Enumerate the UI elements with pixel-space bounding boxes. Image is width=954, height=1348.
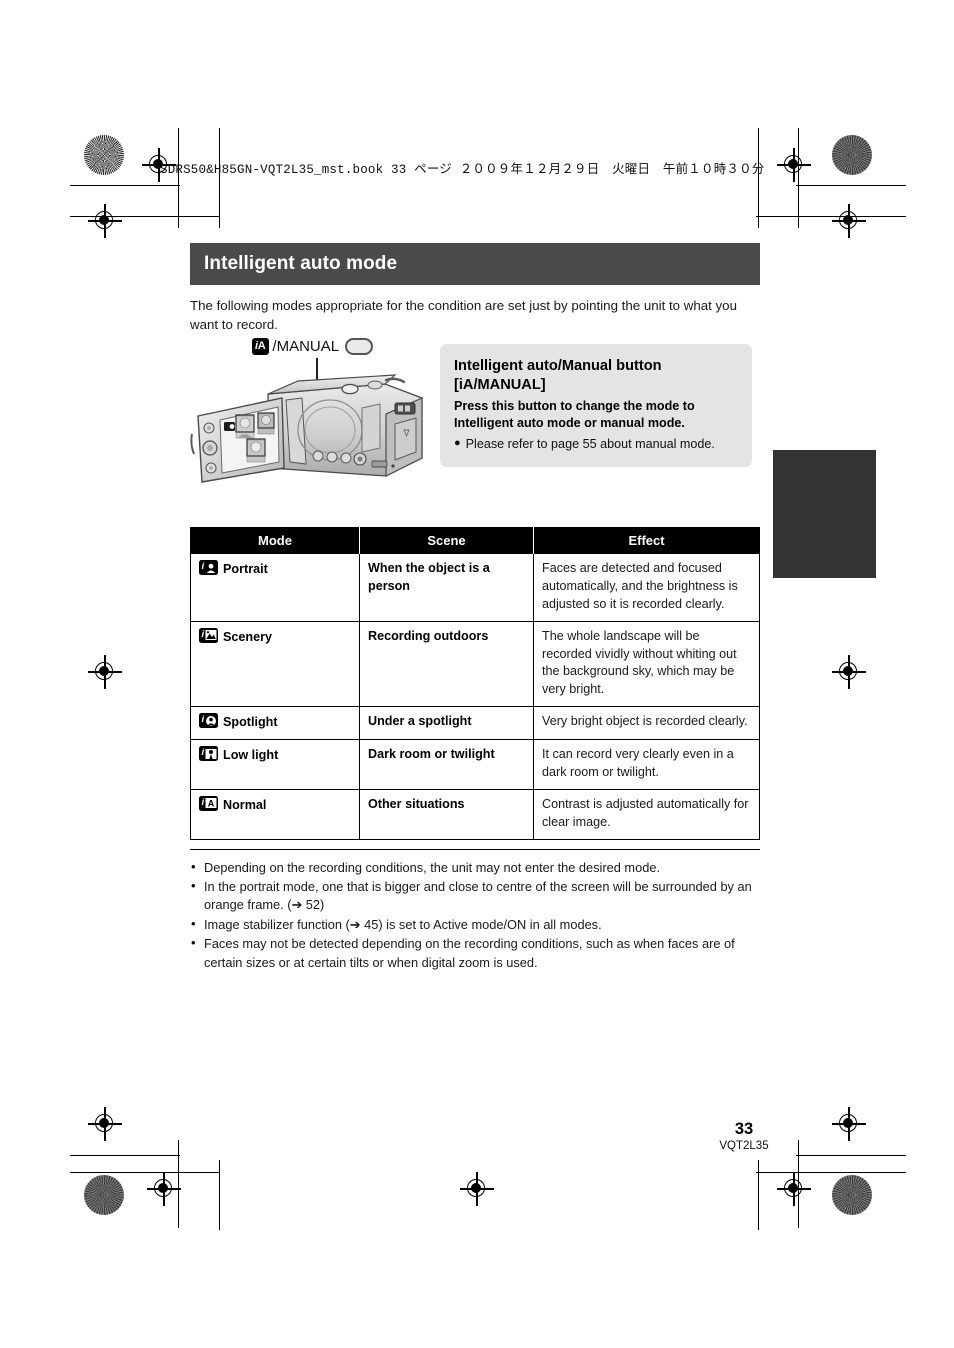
registration-crosshair-bottom-center (460, 1172, 494, 1206)
ia-manual-text: /MANUAL (272, 338, 340, 356)
cell-scene: Dark room or twilight (359, 739, 534, 790)
cell-effect: It can record very clearly even in a dar… (533, 739, 760, 790)
callout-note: ● Please refer to page 55 about manual m… (454, 436, 738, 453)
table-row: i Low light Dark room or twilight It can… (190, 739, 760, 790)
registration-crosshair-right-mid (832, 655, 866, 689)
bullet-icon: ● (454, 436, 461, 449)
figure-row: iA /MANUAL Intelligent auto/Manual butto… (190, 338, 760, 513)
registration-crosshair-bottom-left (147, 1172, 181, 1206)
cell-effect: The whole landscape will be recorded viv… (533, 620, 760, 708)
ia-badge-icon: iA (252, 338, 270, 356)
cell-mode: i Low light (190, 739, 360, 790)
ia-badge-letter-a: A (257, 340, 266, 353)
table-row: i Portrait When the object is a person F… (190, 553, 760, 622)
normal-icon: i A (199, 795, 218, 811)
registration-crosshair-right-upper (832, 204, 866, 238)
cell-scene: When the object is a person (359, 553, 534, 622)
list-item: In the portrait mode, one that is bigger… (190, 877, 760, 915)
cell-scene: Recording outdoors (359, 620, 534, 708)
column-header-effect: Effect (533, 527, 760, 554)
page-title: Intelligent auto mode (190, 243, 760, 285)
crop-line-bottom-right-h1 (796, 1155, 906, 1157)
crop-line-bottom-left-v2 (219, 1160, 221, 1230)
document-code: VQT2L35 (719, 1140, 769, 1152)
crop-line-top-left-v2 (219, 128, 221, 228)
cell-mode: i Spotlight (190, 706, 360, 741)
scenery-icon: i (199, 627, 218, 643)
callout-heading-line1: Intelligent auto/Manual button (454, 358, 662, 375)
callout-heading-line2: [iA/MANUAL] (454, 376, 546, 393)
portrait-icon: i (199, 560, 218, 576)
registration-starburst-top-left (84, 135, 124, 175)
table-row: i Scenery Recording outdoors The whole l… (190, 620, 760, 708)
ia-manual-label: iA /MANUAL (252, 338, 374, 356)
intro-paragraph: The following modes appropriate for the … (190, 298, 737, 332)
mode-label: Low light (223, 748, 279, 763)
list-item: Depending on the recording conditions, t… (190, 858, 760, 877)
page-number: 33 (734, 1120, 754, 1139)
crop-line-top-left-v1 (178, 128, 180, 228)
crop-line-top-right-h2 (756, 216, 906, 218)
crop-line-top-left-h1 (70, 185, 180, 187)
registration-starburst-bottom-right (832, 1175, 872, 1215)
table-header-row: Mode Scene Effect (190, 527, 760, 554)
table-row: i Spotlight Under a spotlight Very brigh… (190, 706, 760, 741)
callout-note-text: Please refer to page 55 about manual mod… (465, 436, 715, 451)
cell-effect: Very bright object is recorded clearly. (533, 706, 760, 741)
cell-scene: Under a spotlight (359, 706, 534, 741)
registration-starburst-bottom-left (84, 1175, 124, 1215)
modes-table: Mode Scene Effect i Portrait When the ob… (190, 527, 760, 840)
ia-manual-button-shape-icon (345, 338, 374, 356)
registration-crosshair-left-lower (88, 1107, 122, 1141)
crop-line-bottom-left-h2 (70, 1172, 220, 1174)
cell-scene: Other situations (359, 788, 534, 840)
page-footer: 33 VQT2L35 (684, 1120, 804, 1152)
registration-crosshair-right-lower (832, 1107, 866, 1141)
list-item: Image stabilizer function (➔ 45) is set … (190, 915, 760, 934)
low-light-icon: i (199, 746, 218, 762)
crop-line-top-right-v2 (758, 128, 760, 228)
crop-line-top-right-h1 (796, 185, 906, 187)
table-row: i A Normal Other situations Contrast is … (190, 788, 760, 840)
mode-label: Spotlight (223, 715, 278, 730)
crop-line-bottom-right-v2 (758, 1160, 760, 1230)
column-header-scene: Scene (359, 527, 534, 554)
cell-mode: i A Normal (190, 788, 360, 840)
registration-crosshair-left-mid (88, 655, 122, 689)
crop-line-bottom-left-h1 (70, 1155, 180, 1157)
cell-mode: i Scenery (190, 620, 360, 708)
registration-crosshair-left-upper (88, 204, 122, 238)
notes-divider (190, 848, 760, 850)
cell-effect: Faces are detected and focused automatic… (533, 553, 760, 622)
mode-label: Portrait (223, 562, 268, 577)
registration-starburst-top-right (832, 135, 872, 175)
callout-box: Intelligent auto/Manual button [iA/MANUA… (440, 344, 752, 467)
thumb-index-tab (773, 450, 876, 578)
mode-label: Normal (223, 797, 267, 812)
cell-mode: i Portrait (190, 553, 360, 622)
svg-text:A: A (207, 799, 214, 809)
registration-crosshair-bottom-right (777, 1172, 811, 1206)
camcorder-illustration (190, 372, 440, 500)
mode-label: Scenery (223, 629, 273, 644)
callout-body: Press this button to change the mode to … (454, 399, 695, 431)
list-item: Faces may not be detected depending on t… (190, 934, 760, 972)
cell-effect: Contrast is adjusted automatically for c… (533, 788, 760, 840)
spotlight-icon: i (199, 713, 218, 729)
notes-list: Depending on the recording conditions, t… (190, 858, 760, 973)
column-header-mode: Mode (190, 527, 360, 554)
book-header-line: SDRS50&H85GN-VQT2L35_mst.book 33 ページ ２００… (160, 163, 765, 177)
page-content: Intelligent auto mode The following mode… (190, 243, 760, 973)
callout-heading: Intelligent auto/Manual button [iA/MANUA… (454, 357, 738, 394)
